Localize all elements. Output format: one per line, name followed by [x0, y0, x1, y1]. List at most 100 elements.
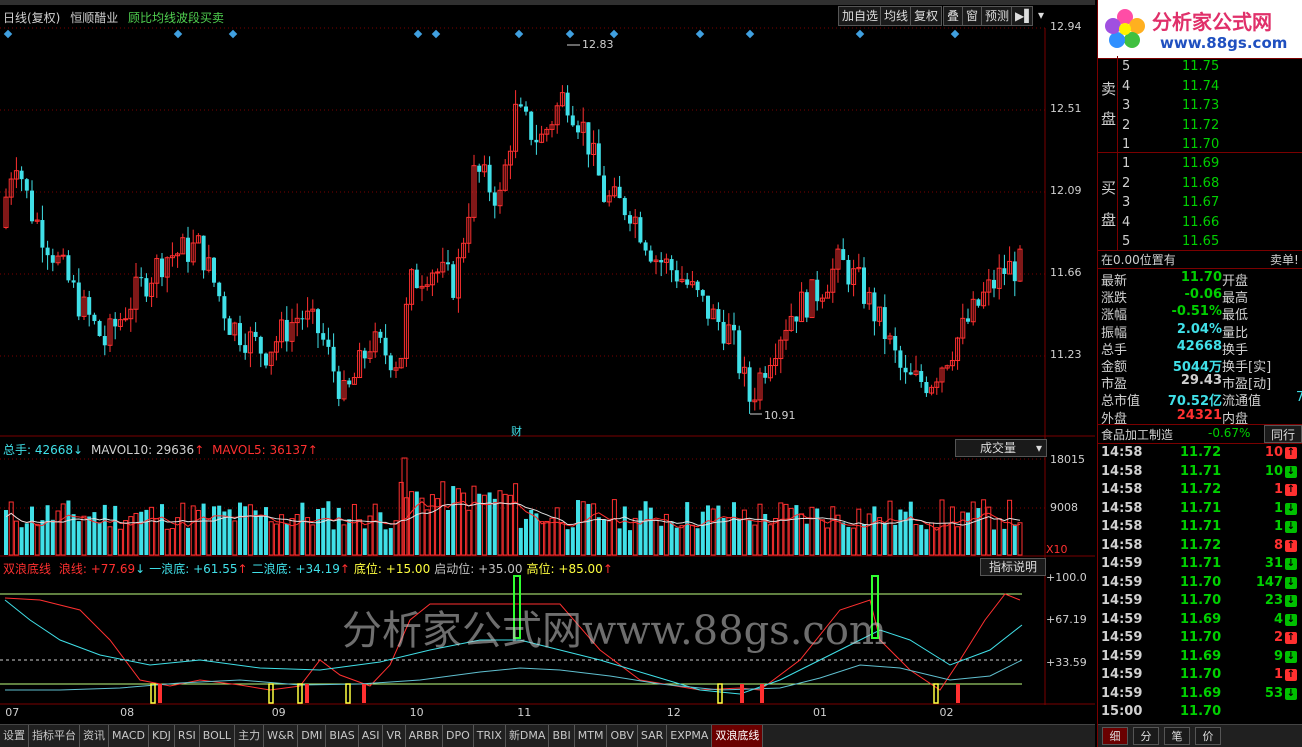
volume-bar: [741, 509, 747, 556]
detail-tab[interactable]: 价: [1195, 727, 1221, 745]
quote-value2: 7: [1296, 390, 1302, 405]
candle-body: [638, 217, 643, 243]
candle-body: [893, 335, 898, 351]
volume-bar: [794, 505, 799, 555]
finance-marker[interactable]: 财: [511, 423, 522, 439]
sell-order-row[interactable]: 3 11.73: [1098, 97, 1302, 116]
order-level: 5: [1122, 59, 1131, 74]
volume-bar: [164, 528, 170, 556]
candle-body: [518, 104, 523, 107]
indicator-tab[interactable]: ARBR: [406, 725, 444, 747]
indicator-tab[interactable]: ASI: [359, 725, 384, 747]
indicator-tab[interactable]: KDJ: [149, 725, 175, 747]
sell-signal-bar: [760, 684, 764, 703]
peer-button[interactable]: 同行: [1264, 425, 1302, 443]
volume-bar: [97, 522, 102, 555]
volume-bar: [279, 514, 285, 556]
tick-row: 14:58 11.72 10 ↑: [1098, 444, 1302, 463]
candle-body: [1012, 261, 1017, 282]
indicator-tab[interactable]: OBV: [607, 725, 638, 747]
volume-bar: [966, 512, 970, 555]
tick-row: 15:00 11.70: [1098, 703, 1302, 722]
detail-tab[interactable]: 分: [1133, 727, 1159, 745]
price-tick: 12.51: [1050, 102, 1082, 115]
tick-row: 14:59 11.69 9 ↓: [1098, 648, 1302, 667]
volume-bar: [149, 506, 155, 556]
buy-order-row[interactable]: 4 11.66: [1098, 214, 1302, 233]
candle-body: [908, 372, 913, 375]
sell-order-row[interactable]: 2 11.72: [1098, 117, 1302, 136]
indicator-tab[interactable]: BIAS: [326, 725, 359, 747]
price-tick: 11.23: [1050, 348, 1082, 361]
indicator-tab[interactable]: TRIX: [474, 725, 506, 747]
industry-name[interactable]: 食品加工制造: [1101, 426, 1173, 443]
indicator-tab[interactable]: 资讯: [80, 725, 109, 747]
volume-bar: [732, 502, 736, 555]
indicator-tab[interactable]: 设置: [0, 725, 29, 747]
order-price: 11.74: [1182, 78, 1220, 94]
indicator-tab[interactable]: DPO: [443, 725, 474, 747]
indicator-tab[interactable]: BOLL: [200, 725, 236, 747]
volume-bar: [310, 524, 316, 556]
position-right: 卖单!: [1270, 253, 1299, 267]
tick-volume: 8: [1273, 537, 1283, 553]
sell-order-row[interactable]: 5 11.75: [1098, 58, 1302, 77]
candle-body: [622, 198, 627, 216]
indicator-tab[interactable]: 双浪底线: [712, 725, 764, 747]
indicator-item-label: 高位:: [526, 562, 555, 576]
candle-body: [347, 380, 352, 385]
candle-body: [92, 314, 97, 322]
x-axis-label: 12: [666, 706, 681, 719]
candle-body: [643, 242, 648, 251]
signal-diamond-icon: [855, 29, 865, 39]
mavol5-line: [5, 500, 1021, 531]
volume-dropdown[interactable]: 成交量 ▾: [955, 439, 1047, 457]
candle-body: [659, 260, 664, 263]
detail-tab[interactable]: 细: [1102, 727, 1128, 745]
indicator-tab[interactable]: SAR: [638, 725, 668, 747]
volume-bar: [638, 510, 643, 555]
indicator-item-5: 高位: +85.00↑: [527, 562, 613, 576]
indicator-tab[interactable]: VR: [383, 725, 406, 747]
indicator-tab[interactable]: MACD: [109, 725, 149, 747]
indicator-tab[interactable]: W&R: [264, 725, 299, 747]
candle-body: [222, 296, 227, 319]
tick-price: 11.70: [1180, 630, 1222, 645]
up-arrow-icon: ↑: [1285, 484, 1297, 496]
candle-body: [160, 258, 164, 278]
indicator-tab[interactable]: 指标平台: [29, 725, 80, 747]
indicator-tab[interactable]: RSI: [175, 725, 200, 747]
volume-bar: [227, 509, 232, 555]
price-tick: 12.94: [1050, 20, 1082, 33]
volume-bar: [949, 506, 955, 556]
buy-order-row[interactable]: 2 11.68: [1098, 175, 1302, 194]
zongshou-value: 42668: [34, 443, 74, 457]
quote-value: 29.43: [1180, 373, 1222, 389]
indicator-arrow-icon: ↑: [237, 562, 248, 576]
tick-volume: 23: [1264, 593, 1283, 608]
volume-bar: [34, 523, 40, 556]
indicator-tab[interactable]: 主力: [235, 725, 265, 747]
indicator-tab[interactable]: MTM: [575, 725, 608, 747]
indicator-tab[interactable]: DMI: [298, 725, 327, 747]
candle-body: [30, 190, 34, 222]
indicator-tab[interactable]: EXPMA: [667, 725, 713, 747]
sell-order-row[interactable]: 4 11.74: [1098, 78, 1302, 97]
quote-value: 42668: [1176, 338, 1222, 354]
candle-body: [872, 292, 877, 322]
volume-bar: [76, 521, 81, 555]
buy-order-row[interactable]: 3 11.67: [1098, 194, 1302, 213]
chevron-down-icon: ▾: [1035, 441, 1042, 455]
quote-row: 涨跌 -0.06 最高: [1098, 286, 1302, 306]
down-arrow-icon: ↓: [1285, 613, 1297, 626]
detail-tab[interactable]: 笔: [1164, 727, 1190, 745]
volume-bar: [856, 508, 862, 556]
indicator-tab[interactable]: 新DMA: [506, 725, 550, 747]
indicator-help-button[interactable]: 指标说明: [980, 558, 1046, 576]
quote-row: 市盈 29.43 市盈[动]: [1098, 372, 1302, 392]
buy-order-row[interactable]: 1 11.69: [1098, 155, 1302, 174]
volume-bar: [117, 528, 123, 556]
candle-body: [227, 318, 232, 335]
volume-bar: [403, 497, 409, 556]
indicator-tab[interactable]: BBI: [549, 725, 575, 747]
